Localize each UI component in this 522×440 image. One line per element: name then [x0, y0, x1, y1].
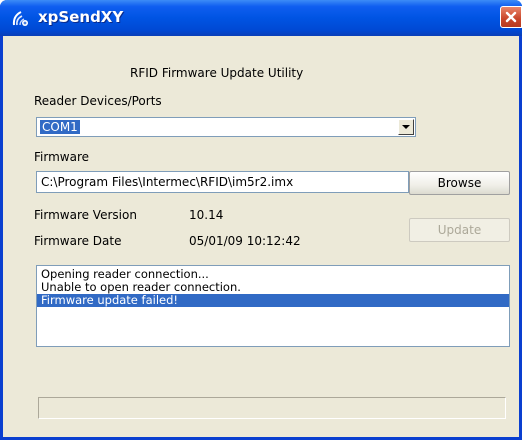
status-bar — [38, 397, 506, 419]
satellite-dish-icon — [11, 8, 31, 28]
utility-heading: RFID Firmware Update Utility — [130, 66, 304, 80]
reader-devices-label: Reader Devices/Ports — [34, 94, 162, 108]
firmware-date-value: 05/01/09 10:12:42 — [189, 234, 301, 248]
firmware-date-label: Firmware Date — [34, 234, 122, 248]
reader-port-select[interactable]: COM1 — [36, 117, 416, 137]
window-title: xpSendXY — [38, 8, 124, 26]
browse-button[interactable]: Browse — [409, 171, 510, 195]
firmware-path-field[interactable]: C:\Program Files\Intermec\RFID\im5r2.imx — [36, 171, 409, 193]
dropdown-button[interactable] — [398, 119, 414, 135]
firmware-version-value: 10.14 — [189, 208, 224, 222]
update-button[interactable]: Update — [409, 218, 510, 242]
close-button[interactable] — [500, 6, 522, 28]
title-bar[interactable]: xpSendXY — [0, 0, 522, 36]
firmware-version-label: Firmware Version — [34, 208, 137, 222]
log-line-selected[interactable]: Firmware update failed! — [37, 294, 509, 307]
firmware-label: Firmware — [34, 150, 89, 164]
app-window: xpSendXY RFID Firmware Update Utility Re… — [0, 0, 522, 440]
log-listbox[interactable]: Opening reader connection... Unable to o… — [36, 265, 510, 347]
selected-port-value: COM1 — [40, 120, 80, 134]
